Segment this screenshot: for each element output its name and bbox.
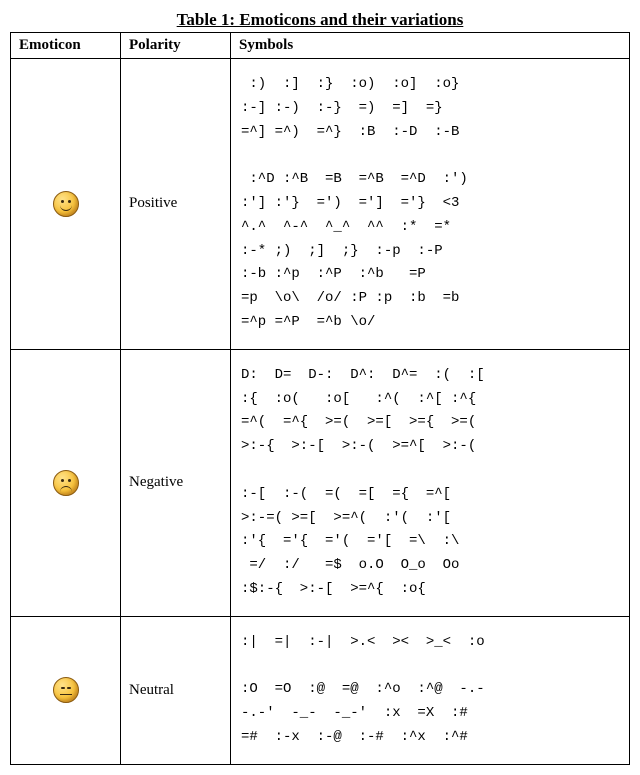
happy-face-icon [53, 191, 79, 217]
emoticon-cell-negative [11, 349, 121, 616]
neutral-face-icon [53, 677, 79, 703]
symbols-cell: :| =| :-| >.< >< >_< :o :O =O :@ =@ :^o … [231, 616, 630, 764]
header-symbols: Symbols [231, 33, 630, 59]
header-polarity: Polarity [121, 33, 231, 59]
polarity-cell: Negative [121, 349, 231, 616]
emoticon-cell-neutral [11, 616, 121, 764]
emoticon-cell-positive [11, 59, 121, 350]
symbols-cell: D: D= D-: D^: D^= :( :[ :{ :o( :o[ :^( :… [231, 349, 630, 616]
table-caption: Table 1: Emoticons and their variations [10, 10, 630, 30]
table-row: Positive :) :] :} :o) :o] :o} :-] :-) :-… [11, 59, 630, 350]
header-row: Emoticon Polarity Symbols [11, 33, 630, 59]
emoticons-table: Emoticon Polarity Symbols Positive :) :]… [10, 32, 630, 765]
table-row: Negative D: D= D-: D^: D^= :( :[ :{ :o( … [11, 349, 630, 616]
symbols-cell: :) :] :} :o) :o] :o} :-] :-) :-} =) =] =… [231, 59, 630, 350]
table-row: Neutral :| =| :-| >.< >< >_< :o :O =O :@… [11, 616, 630, 764]
sad-face-icon [53, 470, 79, 496]
polarity-cell: Neutral [121, 616, 231, 764]
header-emoticon: Emoticon [11, 33, 121, 59]
polarity-cell: Positive [121, 59, 231, 350]
